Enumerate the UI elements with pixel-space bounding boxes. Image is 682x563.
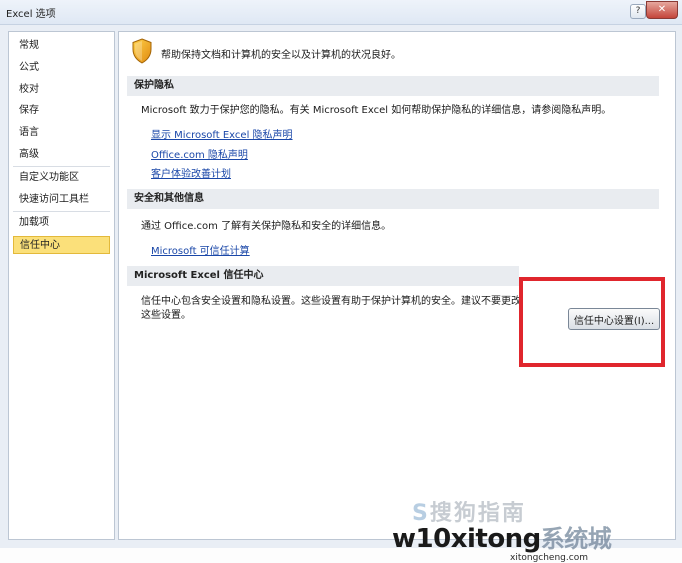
trust-center-description-line1: 信任中心包含安全设置和隐私设置。这些设置有助于保护计算机的安全。建议不要更改 [141,296,521,307]
privacy-section-header: 保护隐私 [127,76,659,96]
sidebar-divider [13,211,110,212]
window-title: Excel 选项 [6,9,56,20]
title-bar: Excel 选项 ? ✕ [0,0,682,25]
intro-text: 帮助保持文档和计算机的安全以及计算机的状况良好。 [161,50,401,61]
privacy-description: Microsoft 致力于保护您的隐私。有关 Microsoft Excel 如… [141,105,612,116]
excel-privacy-statement-link[interactable]: 显示 Microsoft Excel 隐私声明 [151,126,293,141]
watermark-cn: 系统城 [540,525,612,553]
sidebar-item-add-ins[interactable]: 加载项 [13,214,110,232]
customer-experience-program-link[interactable]: 客户体验改善计划 [151,165,231,180]
sidebar-item-save[interactable]: 保存 [13,102,110,120]
watermark-w10xitong: w10xitong系统城 [392,519,612,554]
sidebar-divider [13,166,110,167]
watermark-latin: w10xitong [392,524,541,554]
red-highlight-box [519,277,665,367]
options-sidebar: 常规 公式 校对 保存 语言 高级 自定义功能区 快速访问工具栏 加载项 信任中… [8,31,115,540]
sidebar-item-general[interactable]: 常规 [13,37,110,55]
trust-center-description-line2: 这些设置。 [141,310,191,321]
sidebar-item-proofing[interactable]: 校对 [13,81,110,99]
office-privacy-statement-link[interactable]: Office.com 隐私声明 [151,146,248,161]
shield-icon [132,38,152,64]
security-section-header: 安全和其他信息 [127,189,659,209]
sidebar-item-trust-center[interactable]: 信任中心 [13,236,110,254]
close-icon[interactable]: ✕ [646,1,678,19]
sidebar-item-language[interactable]: 语言 [13,124,110,142]
security-description: 通过 Office.com 了解有关保护隐私和安全的详细信息。 [141,221,392,232]
trust-center-section-header: Microsoft Excel 信任中心 [127,266,519,286]
dialog-body: 常规 公式 校对 保存 语言 高级 自定义功能区 快速访问工具栏 加载项 信任中… [0,25,682,563]
help-icon[interactable]: ? [630,4,646,19]
sidebar-item-quick-access-toolbar[interactable]: 快速访问工具栏 [13,191,110,209]
watermark-domain: xitongcheng.com [510,553,588,563]
sidebar-item-customize-ribbon[interactable]: 自定义功能区 [13,169,110,187]
trustworthy-computing-link[interactable]: Microsoft 可信任计算 [151,242,250,257]
trust-center-pane: 帮助保持文档和计算机的安全以及计算机的状况良好。 保护隐私 Microsoft … [118,31,676,540]
sidebar-item-advanced[interactable]: 高级 [13,146,110,164]
sidebar-item-formulas[interactable]: 公式 [13,59,110,77]
